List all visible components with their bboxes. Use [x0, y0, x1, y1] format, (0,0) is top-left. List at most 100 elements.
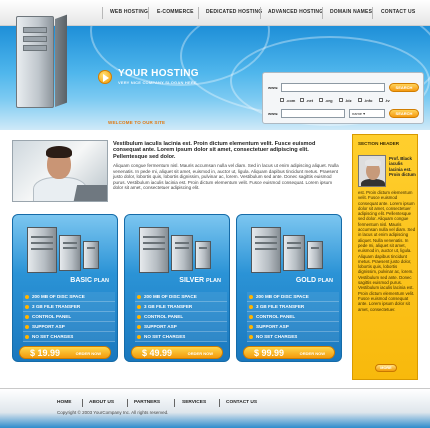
- feature-item: CONTROL PANEL: [23, 312, 115, 322]
- nav-divider: [372, 7, 373, 19]
- server-box: [171, 235, 193, 271]
- welcome-heading: WELCOME TO OUR SITE: [108, 120, 166, 125]
- tld-label: .com: [286, 98, 296, 103]
- footer-link-partners[interactable]: PARTNERS: [134, 400, 160, 405]
- plan-features: 200 MB OF DISC SPACE 3 GB FILE TRANSFER …: [247, 292, 339, 342]
- feature-item: NO SET CHARGES: [23, 332, 115, 342]
- server-tower-image: [16, 14, 67, 108]
- feature-item: CONTROL PANEL: [135, 312, 227, 322]
- plan-features: 200 MB OF DISC SPACE 3 GB FILE TRANSFER …: [23, 292, 115, 342]
- tld-checkbox[interactable]: [379, 98, 383, 102]
- servers-image: [243, 221, 337, 277]
- plan-card-basic: BASIC PLAN 200 MB OF DISC SPACE 3 GB FIL…: [12, 214, 118, 362]
- footer-link-services[interactable]: SERVICES: [182, 400, 206, 405]
- order-basic-button[interactable]: $ 19.99 ORDER NOW: [19, 346, 111, 359]
- businessman-photo: [12, 140, 108, 202]
- footer-link-contact[interactable]: CONTACT US: [226, 400, 257, 405]
- nav-domain-names[interactable]: DOMAIN NAMES: [330, 9, 372, 15]
- server-box: [283, 235, 305, 271]
- nav-e-commerce[interactable]: E-COMMERCE: [157, 9, 194, 15]
- www-label: www.: [268, 111, 279, 116]
- servers-image: [131, 221, 225, 277]
- copyright-text: Copyright © 2003 YourCompany Inc. All ri…: [57, 410, 169, 415]
- feature-item: SUPPORT ASP: [135, 322, 227, 332]
- feature-item: NO SET CHARGES: [135, 332, 227, 342]
- plan-name: SILVER PLAN: [179, 277, 221, 284]
- professor-avatar: [358, 155, 386, 187]
- brand-name[interactable]: YOUR HOSTING: [118, 68, 199, 79]
- server-box: [195, 241, 211, 269]
- page: WEB HOSTING E-COMMERCE DEDICATED HOSTING…: [0, 0, 430, 428]
- domain-search-panel: www. SEARCH .com .net .org .biz .info .t…: [262, 72, 424, 124]
- feature-item: 200 MB OF DISC SPACE: [23, 292, 115, 302]
- tld-checkbox[interactable]: [280, 98, 284, 102]
- sidebar-body-text: est. Proin dictum elementum velit. Fusce…: [358, 190, 416, 312]
- footer-link-about[interactable]: ABOUT US: [89, 400, 114, 405]
- tld-label: .tv: [385, 98, 390, 103]
- feature-item: 3 GB FILE TRANSFER: [247, 302, 339, 312]
- plan-price: $ 99.99: [254, 348, 285, 358]
- servers-image: [19, 221, 113, 277]
- more-button[interactable]: MORE: [375, 364, 397, 372]
- nav-dedicated-hosting[interactable]: DEDICATED HOSTING: [206, 9, 262, 15]
- feature-item: SUPPORT ASP: [23, 322, 115, 332]
- search-button[interactable]: SEARCH: [389, 83, 419, 92]
- feature-item: 200 MB OF DISC SPACE: [247, 292, 339, 302]
- feature-item: 200 MB OF DISC SPACE: [135, 292, 227, 302]
- domain-name-input[interactable]: [281, 109, 345, 118]
- tld-checkbox[interactable]: [300, 98, 304, 102]
- footer: HOME ABOUT US PARTNERS SERVICES CONTACT …: [0, 388, 430, 428]
- footer-link-home[interactable]: HOME: [57, 400, 71, 405]
- nav-divider: [198, 7, 199, 19]
- www-label: www.: [268, 85, 279, 90]
- drive-bay: [23, 27, 47, 33]
- domain-search-input[interactable]: [281, 83, 385, 92]
- plan-card-silver: SILVER PLAN 200 MB OF DISC SPACE 3 GB FI…: [124, 214, 230, 362]
- order-now-label: ORDER NOW: [75, 351, 101, 356]
- server-box: [307, 241, 323, 269]
- server-box: [59, 235, 81, 271]
- sidebar-section: SECTION HEADER Prof. Black iaculis lacin…: [352, 134, 418, 380]
- photo-hair: [46, 146, 72, 158]
- section-header: SECTION HEADER: [358, 141, 400, 146]
- photo-laptop: [72, 185, 107, 201]
- nav-divider: [322, 7, 323, 19]
- order-silver-button[interactable]: $ 49.99 ORDER NOW: [131, 346, 223, 359]
- nav-web-hosting[interactable]: WEB HOSTING: [110, 9, 148, 15]
- tld-select[interactable]: name ▾: [349, 109, 385, 118]
- tld-select-value: name: [352, 111, 363, 116]
- tld-checkbox[interactable]: [358, 98, 362, 102]
- plan-name: GOLD PLAN: [295, 277, 333, 284]
- order-gold-button[interactable]: $ 99.99 ORDER NOW: [243, 346, 335, 359]
- server-box: [83, 241, 99, 269]
- nav-divider: [102, 7, 103, 19]
- server-box: [27, 227, 57, 273]
- feature-item: CONTROL PANEL: [247, 312, 339, 322]
- search-button-2[interactable]: SEARCH: [389, 109, 419, 118]
- plan-name: BASIC PLAN: [70, 277, 109, 284]
- intro-body-text: Aliquam congue fermentum nisl. Mauris ac…: [113, 163, 339, 191]
- nav-contact-us[interactable]: CONTACT US: [381, 9, 415, 15]
- plan-price: $ 19.99: [30, 348, 61, 358]
- sidebar-lead-text: Prof. Black iaculis lacinia est. Proin d…: [389, 156, 416, 178]
- tld-label: .info: [364, 98, 373, 103]
- tld-checkbox[interactable]: [319, 98, 323, 102]
- feature-item: NO SET CHARGES: [247, 332, 339, 342]
- company-slogan: VERY NICE COMPANY SLOGAN HERE: [118, 80, 197, 85]
- plan-price: $ 49.99: [142, 348, 173, 358]
- feature-item: 3 GB FILE TRANSFER: [135, 302, 227, 312]
- tld-label: .net: [306, 98, 314, 103]
- footer-divider: [82, 399, 83, 407]
- feature-item: 3 GB FILE TRANSFER: [23, 302, 115, 312]
- nav-advanced-hosting[interactable]: ADVANCED HOSTING: [268, 9, 323, 15]
- plan-card-gold: GOLD PLAN 200 MB OF DISC SPACE 3 GB FILE…: [236, 214, 342, 362]
- server-side: [55, 14, 67, 108]
- logo-arrow-icon: [98, 70, 112, 84]
- tld-checkbox[interactable]: [339, 98, 343, 102]
- drive-bay: [23, 36, 47, 42]
- footer-divider: [174, 399, 175, 407]
- nav-divider: [260, 7, 261, 19]
- server-box: [251, 227, 281, 273]
- plan-features: 200 MB OF DISC SPACE 3 GB FILE TRANSFER …: [135, 292, 227, 342]
- drive-bay: [23, 45, 47, 51]
